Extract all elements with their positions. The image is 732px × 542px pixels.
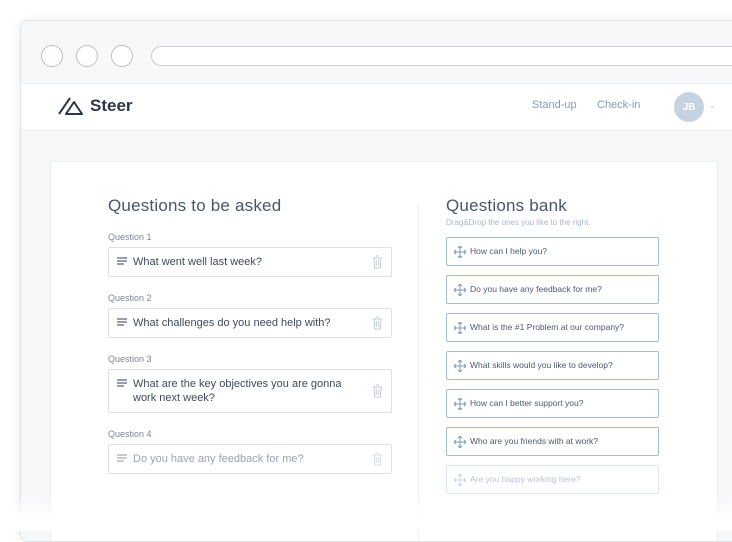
- move-icon: [454, 360, 466, 372]
- bank-item[interactable]: What is the #1 Problem at our company?: [446, 313, 659, 342]
- move-icon: [454, 436, 466, 448]
- bank-subtitle: Drag&Drop the ones you like to the right…: [446, 218, 591, 227]
- browser-chrome: [21, 21, 732, 84]
- questions-bank-section: Questions bank Drag&Drop the ones you li…: [446, 196, 660, 503]
- bank-item[interactable]: Are you happy working here?: [446, 465, 659, 494]
- question-label: Question 1: [108, 232, 152, 242]
- trash-icon[interactable]: [372, 384, 383, 398]
- move-icon: [454, 474, 466, 486]
- question-text: What challenges do you need help with?: [133, 317, 331, 329]
- question-input[interactable]: Do you have any feedback for me?: [108, 444, 392, 474]
- question-label: Question 3: [108, 354, 152, 364]
- move-icon: [454, 246, 466, 258]
- bottom-fade-overlay: [0, 495, 732, 531]
- app-navbar: Steer Stand-up Check-in JB ⌄: [21, 84, 732, 131]
- question-input[interactable]: What are the key objectives you are gonn…: [108, 369, 392, 413]
- bank-item-text: How can I better support you?: [470, 398, 584, 408]
- text-lines-icon: [117, 257, 127, 265]
- app-name: Steer: [90, 96, 133, 115]
- window-minimize-button[interactable]: [76, 45, 98, 67]
- questions-to-ask-section: Questions to be asked Question 1 What we…: [108, 196, 394, 474]
- question-label: Question 2: [108, 293, 152, 303]
- bank-item-text: Who are you friends with at work?: [470, 436, 599, 446]
- address-bar[interactable]: [151, 46, 732, 66]
- question-text: What went well last week?: [133, 256, 262, 268]
- bank-item-text: What is the #1 Problem at our company?: [470, 322, 625, 332]
- browser-window: Steer Stand-up Check-in JB ⌄ Questions t…: [20, 20, 732, 542]
- bank-item-text: Are you happy working here?: [470, 474, 581, 484]
- nav-link-checkin[interactable]: Check-in: [597, 99, 640, 111]
- question-label: Question 4: [108, 429, 152, 439]
- bank-item[interactable]: Who are you friends with at work?: [446, 427, 659, 456]
- bank-item-text: How can I help you?: [470, 246, 548, 256]
- trash-icon[interactable]: [372, 452, 383, 466]
- window-maximize-button[interactable]: [111, 45, 133, 67]
- section-title-questions: Questions to be asked: [108, 196, 282, 215]
- bank-item[interactable]: How can I help you?: [446, 237, 659, 266]
- text-lines-icon: [117, 454, 127, 462]
- editor-panel: Questions to be asked Question 1 What we…: [50, 161, 718, 541]
- move-icon: [454, 322, 466, 334]
- bank-item[interactable]: What skills would you like to develop?: [446, 351, 659, 380]
- text-lines-icon: [117, 379, 127, 387]
- move-icon: [454, 284, 466, 296]
- steer-logo-icon: [58, 97, 83, 115]
- bank-item-text: Do you have any feedback for me?: [470, 284, 602, 294]
- section-title-bank: Questions bank: [446, 196, 567, 215]
- question-input[interactable]: What challenges do you need help with?: [108, 308, 392, 338]
- user-avatar[interactable]: JB: [674, 92, 704, 122]
- question-text: What are the key objectives you are gonn…: [133, 378, 342, 404]
- column-divider: [418, 204, 419, 541]
- app-logo[interactable]: Steer: [58, 96, 133, 116]
- text-lines-icon: [117, 318, 127, 326]
- move-icon: [454, 398, 466, 410]
- chevron-down-icon[interactable]: ⌄: [709, 101, 716, 110]
- trash-icon[interactable]: [372, 255, 383, 269]
- trash-icon[interactable]: [372, 316, 383, 330]
- window-close-button[interactable]: [41, 45, 63, 67]
- bank-item[interactable]: How can I better support you?: [446, 389, 659, 418]
- question-input[interactable]: What went well last week?: [108, 247, 392, 277]
- bank-item[interactable]: Do you have any feedback for me?: [446, 275, 659, 304]
- question-text: Do you have any feedback for me?: [133, 453, 304, 465]
- bank-item-text: What skills would you like to develop?: [470, 360, 613, 370]
- nav-link-standup[interactable]: Stand-up: [532, 99, 577, 111]
